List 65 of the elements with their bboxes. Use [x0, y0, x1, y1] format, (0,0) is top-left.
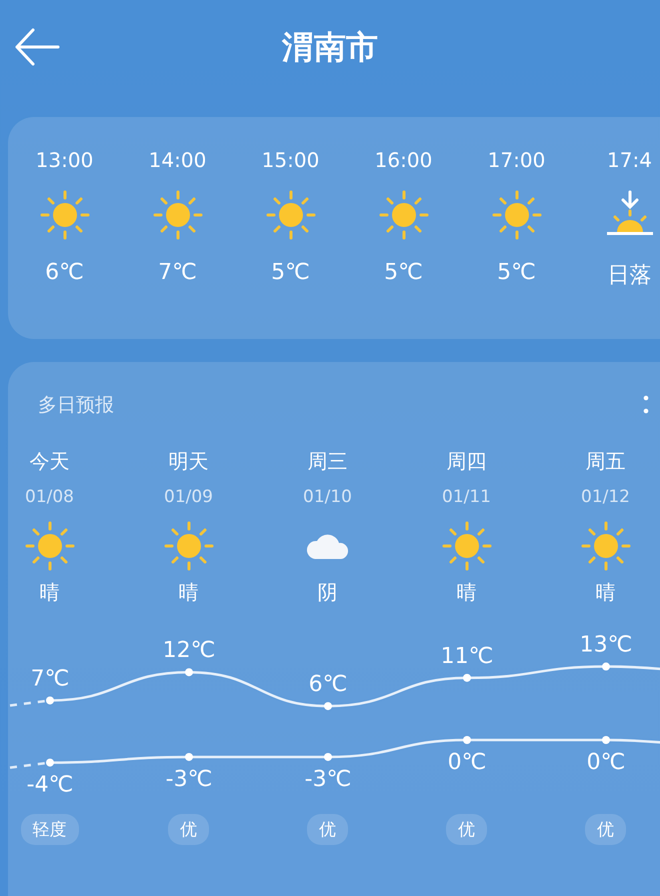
hour-time: 15:00 — [262, 148, 320, 172]
high-temperature: 13℃ — [580, 632, 632, 658]
hour-temperature: 7℃ — [158, 260, 197, 285]
day-date: 01/12 — [581, 487, 630, 507]
weather-condition: 晴 — [596, 579, 616, 606]
data-point — [463, 736, 471, 744]
air-quality-badge: 优 — [307, 814, 348, 845]
sun-icon — [24, 521, 74, 571]
data-point — [185, 668, 193, 676]
high-temperature: 7℃ — [30, 666, 70, 692]
hour-temperature: 5℃ — [497, 260, 536, 285]
hour-temperature: 6℃ — [45, 260, 84, 285]
hour-temperature: 日落 — [608, 262, 652, 290]
weather-condition: 晴 — [456, 579, 476, 606]
hour-time: 16:00 — [374, 148, 432, 172]
day-date: 01/09 — [164, 487, 213, 507]
high-temperature: 6℃ — [308, 672, 348, 698]
sun-icon — [580, 521, 630, 571]
sun-icon — [266, 190, 316, 240]
data-point — [46, 696, 54, 704]
day-date: 01/08 — [25, 487, 74, 507]
hour-temperature: 5℃ — [384, 260, 423, 285]
day-name: 今天 — [30, 448, 70, 475]
hour-temperature: 5℃ — [271, 260, 310, 285]
hour-time: 17:4 — [607, 148, 652, 172]
data-point — [324, 752, 332, 761]
day-date: 01/10 — [303, 487, 352, 507]
day-name: 周四 — [446, 448, 486, 475]
hour-time: 13:00 — [36, 148, 94, 172]
air-quality-badge: 轻度 — [20, 814, 78, 845]
forecast-title: 多日预报 — [38, 393, 114, 418]
day-name: 明天 — [168, 448, 208, 475]
low-temperature: -3℃ — [166, 766, 212, 792]
hour-time: 17:00 — [488, 148, 546, 172]
high-temperature: 12℃ — [162, 638, 216, 664]
weather-condition: 阴 — [318, 579, 338, 606]
data-point — [463, 674, 471, 682]
air-quality-badge: 优 — [585, 814, 626, 845]
data-point — [46, 758, 54, 767]
city-title: 渭南市 — [282, 26, 378, 68]
high-temperature: 11℃ — [440, 644, 494, 669]
sun-icon — [492, 190, 542, 240]
sun-icon — [40, 190, 90, 240]
back-icon[interactable] — [14, 27, 60, 67]
sun-icon — [164, 521, 214, 571]
air-quality-badge: 优 — [168, 814, 209, 845]
weather-condition: 晴 — [40, 579, 60, 606]
data-point — [324, 702, 332, 710]
sun-icon — [152, 190, 202, 240]
low-temperature: -4℃ — [26, 772, 74, 798]
day-date: 01/11 — [442, 487, 491, 507]
weather-condition: 晴 — [178, 579, 198, 606]
low-temperature: 0℃ — [586, 750, 626, 775]
low-temperature: 0℃ — [448, 750, 486, 775]
data-point — [185, 752, 193, 761]
sun-icon — [442, 521, 492, 571]
day-name: 周三 — [308, 448, 348, 475]
hour-time: 14:00 — [148, 148, 206, 172]
air-quality-badge: 优 — [446, 814, 487, 845]
more-icon[interactable] — [642, 394, 650, 416]
data-point — [602, 662, 610, 671]
day-name: 周五 — [586, 448, 626, 475]
low-temperature: -3℃ — [304, 766, 352, 792]
sun-icon — [378, 190, 428, 240]
data-point — [602, 736, 610, 744]
